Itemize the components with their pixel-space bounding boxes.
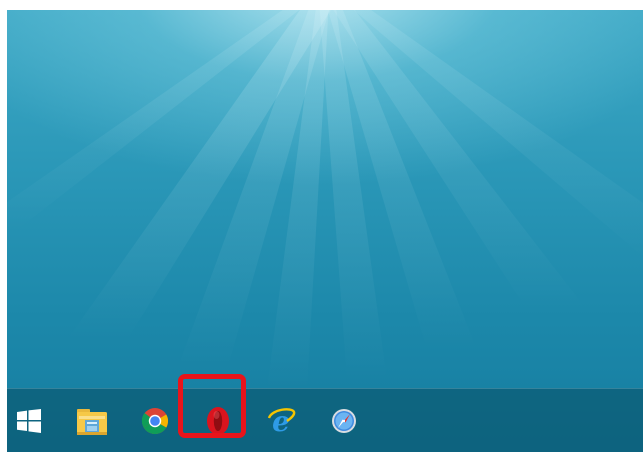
safari-icon bbox=[332, 409, 356, 433]
taskbar: e bbox=[7, 388, 643, 452]
internet-explorer-button[interactable]: e bbox=[259, 400, 303, 442]
desktop: e bbox=[7, 10, 643, 452]
opera-highlight-box bbox=[178, 374, 246, 438]
start-button[interactable] bbox=[7, 400, 51, 442]
safari-button[interactable] bbox=[322, 400, 366, 442]
folder-icon bbox=[77, 409, 107, 435]
ie-icon: e bbox=[267, 406, 296, 436]
screenshot-frame: e bbox=[0, 0, 643, 452]
windows-logo-icon bbox=[17, 409, 41, 433]
chrome-icon bbox=[141, 408, 169, 435]
chrome-button[interactable] bbox=[133, 400, 177, 442]
wallpaper-rays bbox=[7, 10, 643, 390]
file-explorer-button[interactable] bbox=[70, 400, 114, 442]
